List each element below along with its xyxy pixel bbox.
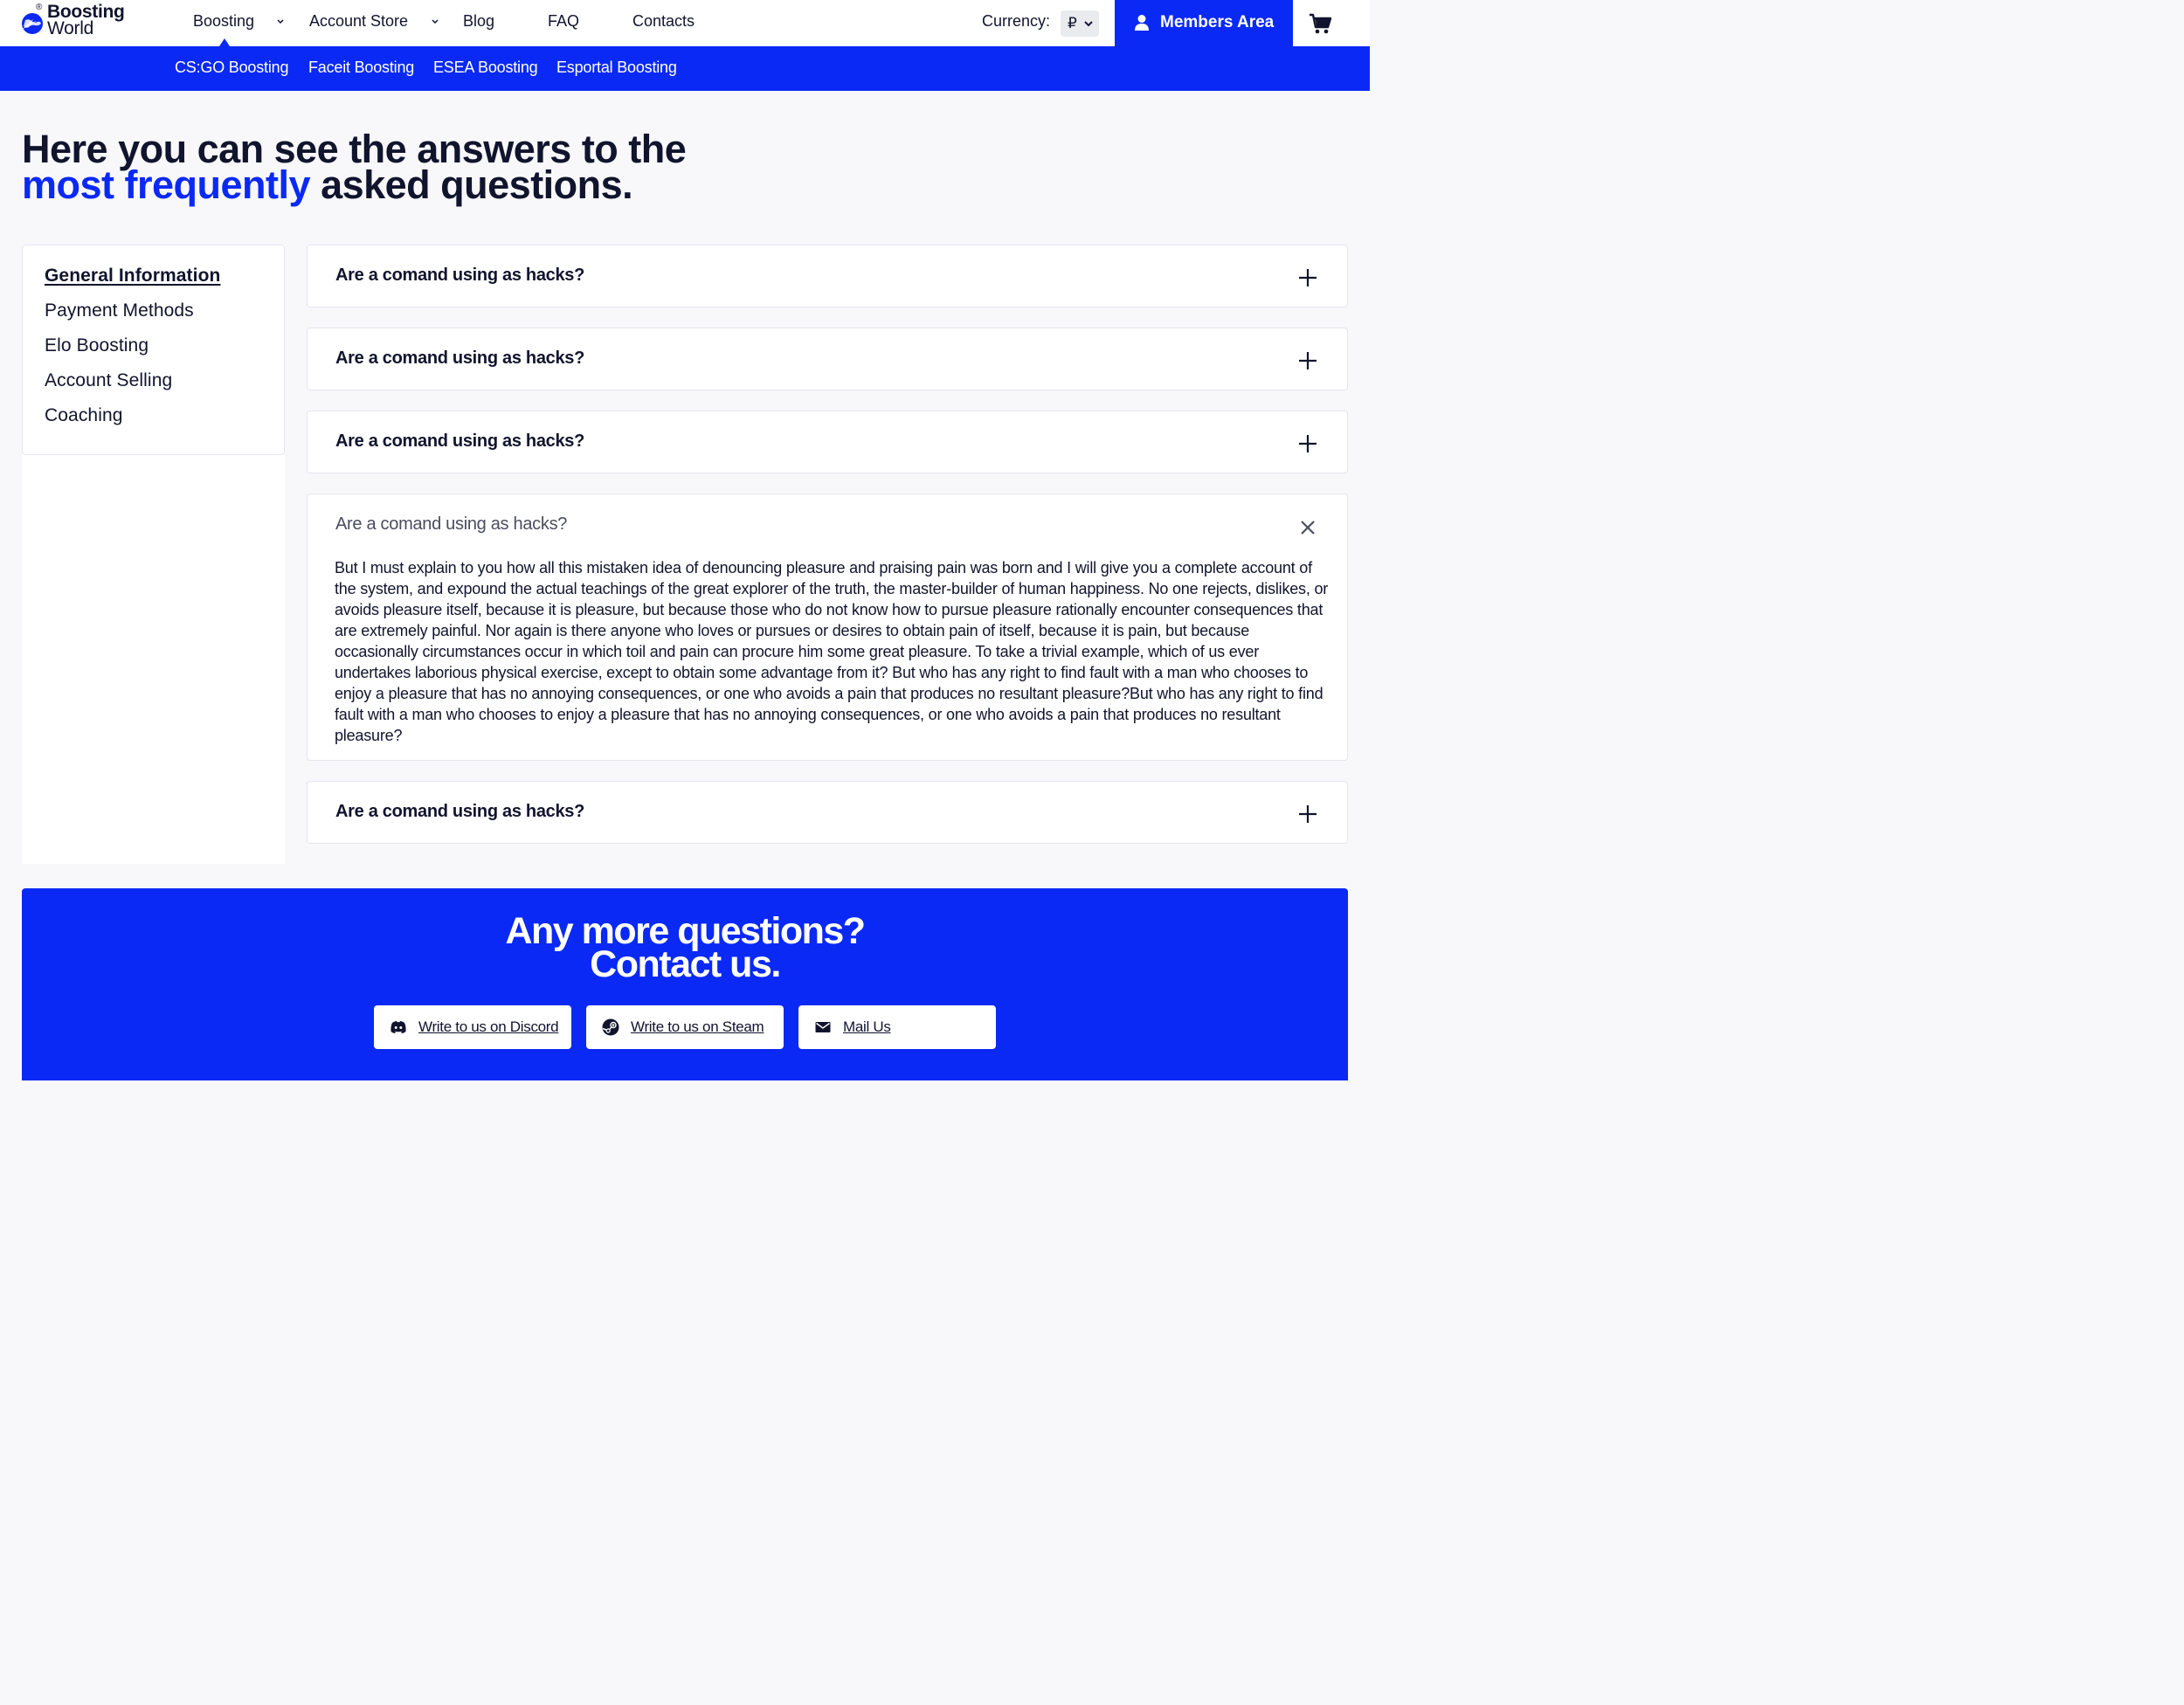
discord-contact-button[interactable]: Write to us on Discord bbox=[374, 1005, 571, 1049]
faq-question: Are a comand using as hacks? bbox=[335, 514, 568, 534]
nav-boosting[interactable]: Boosting bbox=[193, 12, 254, 31]
globe-icon bbox=[22, 13, 43, 34]
nav-contacts[interactable]: Contacts bbox=[632, 12, 695, 31]
subnav-csgo-boosting[interactable]: CS:GO Boosting bbox=[175, 59, 288, 77]
logo-reg-mark: ® bbox=[36, 3, 43, 12]
mail-contact-label: Mail Us bbox=[843, 1018, 891, 1035]
steam-contact-label: Write to us on Steam bbox=[631, 1018, 764, 1035]
contact-title: Any more questions? Contact us. bbox=[22, 913, 1348, 984]
plus-icon[interactable] bbox=[1298, 351, 1317, 370]
sub-navigation: CS:GO Boosting Faceit Boosting ESEA Boos… bbox=[0, 46, 1370, 91]
nav-account-store[interactable]: Account Store bbox=[309, 12, 408, 31]
plus-icon[interactable] bbox=[1298, 804, 1317, 824]
page-title-rest: asked questions. bbox=[321, 162, 633, 207]
faq-question: Are a comand using as hacks? bbox=[335, 266, 585, 285]
faq-item-expanded[interactable]: Are a comand using as hacks? But I must … bbox=[307, 494, 1348, 761]
discord-icon bbox=[390, 1021, 406, 1033]
members-area-label: Members Area bbox=[1160, 13, 1275, 31]
steam-contact-button[interactable]: Write to us on Steam bbox=[586, 1005, 784, 1049]
sidebar-item-coaching[interactable]: Coaching bbox=[45, 405, 123, 426]
mail-icon bbox=[815, 1022, 831, 1032]
faq-item[interactable]: Are a comand using as hacks? bbox=[307, 781, 1348, 844]
faq-item[interactable]: Are a comand using as hacks? bbox=[307, 411, 1348, 473]
discord-contact-label: Write to us on Discord bbox=[418, 1018, 559, 1035]
mail-contact-button[interactable]: Mail Us bbox=[798, 1005, 996, 1049]
subnav-esea-boosting[interactable]: ESEA Boosting bbox=[433, 59, 538, 77]
user-icon bbox=[1135, 15, 1149, 31]
currency-value: ₽ bbox=[1068, 15, 1077, 31]
chevron-down-icon[interactable] bbox=[275, 16, 286, 26]
members-area-button[interactable]: Members Area bbox=[1115, 0, 1293, 46]
plus-icon[interactable] bbox=[1298, 434, 1317, 453]
chevron-down-icon[interactable] bbox=[430, 16, 440, 26]
subnav-esportal-boosting[interactable]: Esportal Boosting bbox=[556, 59, 677, 77]
sidebar-item-general-information[interactable]: General Information bbox=[45, 266, 220, 286]
logo-text-world: World bbox=[47, 18, 93, 38]
logo[interactable]: ® Boosting World bbox=[21, 2, 135, 42]
contact-section: Any more questions? Contact us. Write to… bbox=[22, 888, 1348, 1080]
faq-answer: But I must explain to you how all this m… bbox=[335, 559, 1329, 744]
top-header: ® Boosting World Boosting Account Store … bbox=[0, 0, 1370, 46]
steam-icon bbox=[602, 1018, 619, 1036]
nav-blog[interactable]: Blog bbox=[463, 12, 494, 31]
close-icon[interactable] bbox=[1298, 518, 1317, 537]
active-nav-caret bbox=[219, 38, 230, 46]
sidebar-item-payment-methods[interactable]: Payment Methods bbox=[45, 300, 194, 321]
cart-icon[interactable] bbox=[1307, 10, 1333, 37]
faq-category-sidebar: General Information Payment Methods Elo … bbox=[22, 245, 285, 455]
faq-question: Are a comand using as hacks? bbox=[335, 431, 585, 451]
page-title: Here you can see the answers to the most… bbox=[22, 129, 687, 204]
nav-faq[interactable]: FAQ bbox=[548, 12, 579, 31]
plus-icon[interactable] bbox=[1298, 268, 1317, 287]
chevron-down-icon bbox=[1084, 21, 1093, 27]
faq-item[interactable]: Are a comand using as hacks? bbox=[307, 328, 1348, 390]
faq-item[interactable]: Are a comand using as hacks? bbox=[307, 245, 1348, 307]
currency-label: Currency: bbox=[982, 12, 1051, 30]
subnav-faceit-boosting[interactable]: Faceit Boosting bbox=[308, 59, 414, 77]
sidebar-item-account-selling[interactable]: Account Selling bbox=[45, 370, 172, 391]
page-title-accent: most frequently bbox=[22, 162, 311, 207]
sidebar-item-elo-boosting[interactable]: Elo Boosting bbox=[45, 335, 149, 356]
faq-question: Are a comand using as hacks? bbox=[335, 349, 585, 368]
faq-question: Are a comand using as hacks? bbox=[335, 802, 585, 821]
currency-select[interactable]: ₽ bbox=[1061, 10, 1099, 37]
contact-title-line2: Contact us. bbox=[590, 943, 781, 985]
